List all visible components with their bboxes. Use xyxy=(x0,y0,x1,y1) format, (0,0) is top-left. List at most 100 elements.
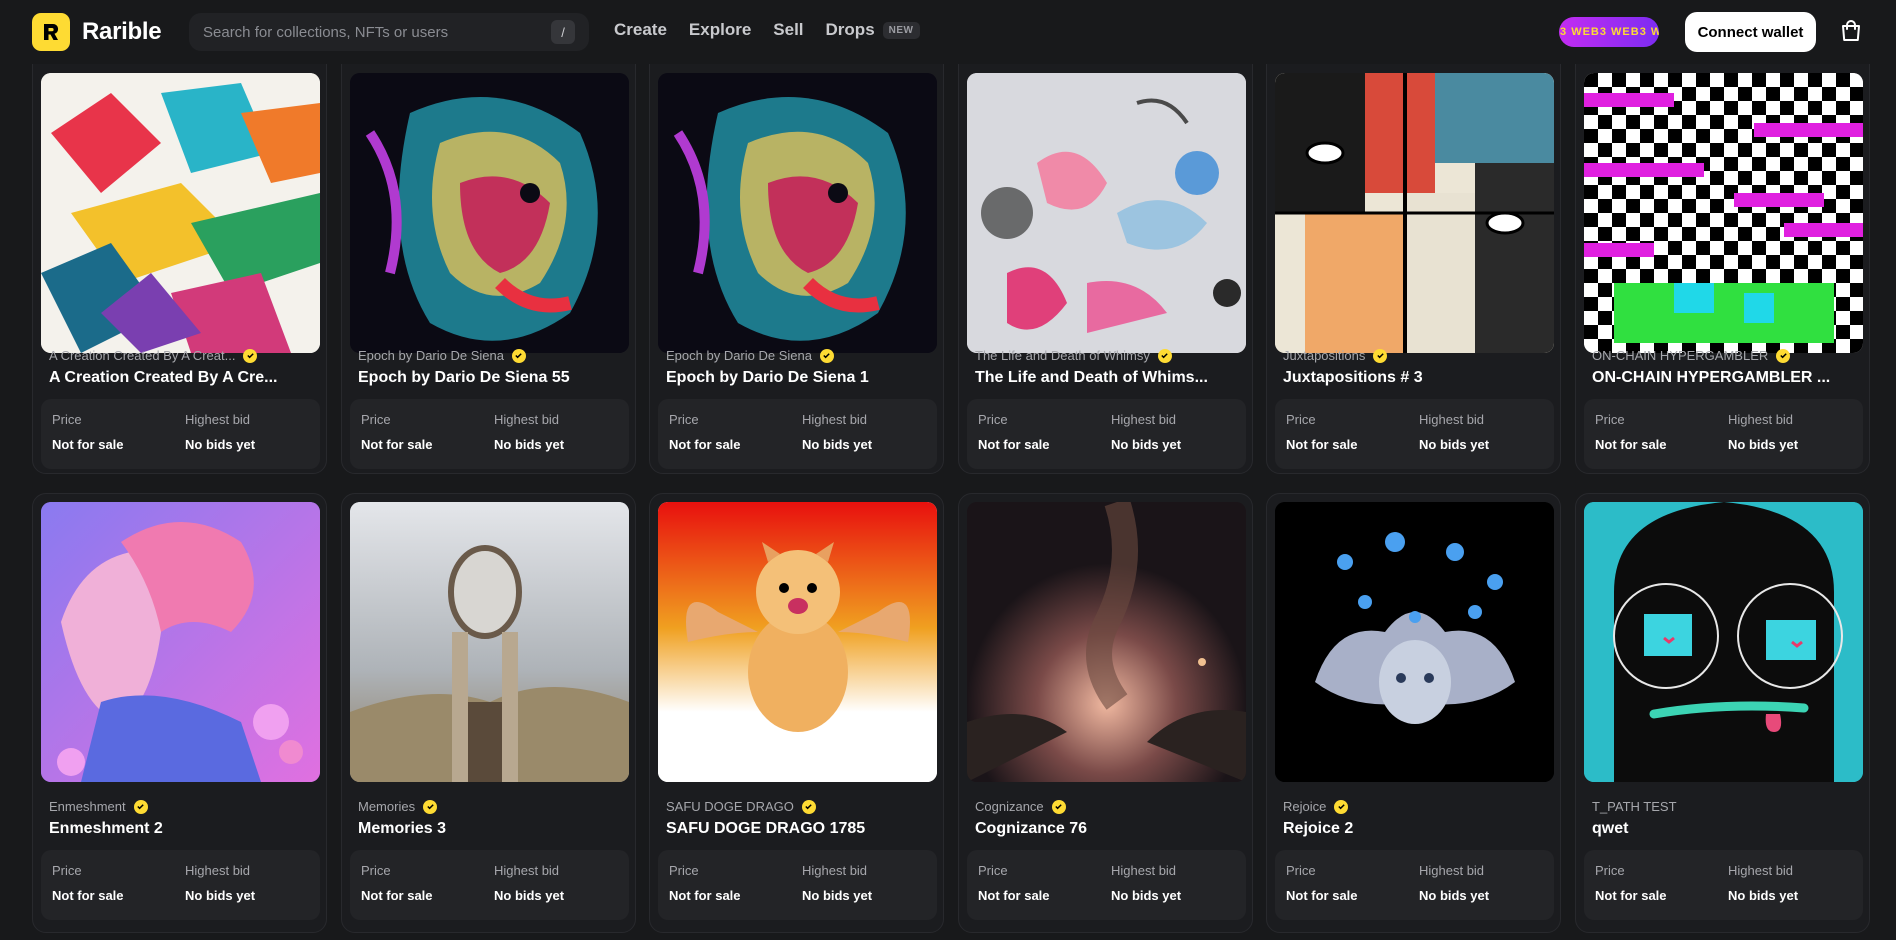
nft-image[interactable] xyxy=(1584,73,1863,353)
nft-title[interactable]: The Life and Death of Whims... xyxy=(975,369,1240,387)
nft-title[interactable]: ON-CHAIN HYPERGAMBLER ... xyxy=(1592,369,1857,387)
highest-bid-label: Highest bid xyxy=(1728,412,1794,427)
price-value: Not for sale xyxy=(52,437,124,452)
price-box: Price Highest bid Not for sale No bids y… xyxy=(658,399,937,469)
collection-name[interactable]: SAFU DOGE DRAGO xyxy=(666,799,816,814)
nft-card[interactable]: Epoch by Dario De Siena Epoch by Dario D… xyxy=(649,32,944,474)
price-label: Price xyxy=(978,863,1008,878)
collection-name[interactable]: Rejoice xyxy=(1283,799,1349,814)
nft-card[interactable]: Cognizance Cognizance 76 Price Highest b… xyxy=(958,493,1253,933)
nft-card[interactable]: A Creation Created By A Creat... A Creat… xyxy=(32,32,327,474)
collection-name[interactable]: T_PATH TEST xyxy=(1592,799,1677,814)
price-label: Price xyxy=(52,412,82,427)
highest-bid-label: Highest bid xyxy=(185,412,251,427)
price-value: Not for sale xyxy=(1595,437,1667,452)
nav-explore[interactable]: Explore xyxy=(689,20,751,40)
search-bar[interactable]: / xyxy=(189,13,589,51)
nft-card[interactable]: The Life and Death of Whimsy The Life an… xyxy=(958,32,1253,474)
nft-image[interactable] xyxy=(1275,73,1554,353)
collection-name[interactable]: Memories xyxy=(358,799,438,814)
collection-name[interactable]: Cognizance xyxy=(975,799,1066,814)
nav-create[interactable]: Create xyxy=(614,20,667,40)
price-label: Price xyxy=(978,412,1008,427)
nft-title[interactable]: A Creation Created By A Cre... xyxy=(49,369,314,387)
highest-bid-value: No bids yet xyxy=(1728,888,1799,903)
highest-bid-label: Highest bid xyxy=(1111,863,1177,878)
nft-card[interactable]: Enmeshment Enmeshment 2 Price Highest bi… xyxy=(32,493,327,933)
nav-sell[interactable]: Sell xyxy=(773,20,803,40)
verified-icon xyxy=(1334,799,1349,814)
top-header: Rarible / Create Explore Sell Drops NEW W… xyxy=(0,0,1896,64)
collection-name[interactable]: Epoch by Dario De Siena xyxy=(358,348,526,363)
nft-card[interactable]: Memories Memories 3 Price Highest bid No… xyxy=(341,493,636,933)
price-box: Price Highest bid Not for sale No bids y… xyxy=(1584,399,1863,469)
nft-image[interactable] xyxy=(967,502,1246,782)
nft-title[interactable]: qwet xyxy=(1592,820,1857,838)
nft-card[interactable]: SAFU DOGE DRAGO SAFU DOGE DRAGO 1785 Pri… xyxy=(649,493,944,933)
logo-wordmark: Rarible xyxy=(82,18,162,45)
nft-image[interactable] xyxy=(1584,502,1863,782)
search-input[interactable] xyxy=(203,23,551,41)
nft-title[interactable]: Enmeshment 2 xyxy=(49,820,314,838)
web3-promo-button[interactable]: WEB3 WEB3 WEB3 WEB3 xyxy=(1559,17,1659,47)
nft-title[interactable]: Epoch by Dario De Siena 1 xyxy=(666,369,931,387)
price-value: Not for sale xyxy=(361,888,433,903)
verified-icon xyxy=(511,348,526,363)
price-box: Price Highest bid Not for sale No bids y… xyxy=(350,399,629,469)
collection-name[interactable]: The Life and Death of Whimsy xyxy=(975,348,1172,363)
price-box: Price Highest bid Not for sale No bids y… xyxy=(658,850,937,920)
nft-card[interactable]: Rejoice Rejoice 2 Price Highest bid Not … xyxy=(1266,493,1561,933)
nft-image[interactable] xyxy=(41,73,320,353)
price-box: Price Highest bid Not for sale No bids y… xyxy=(967,850,1246,920)
highest-bid-value: No bids yet xyxy=(494,888,565,903)
nft-card[interactable]: Juxtapositions Juxtapositions # 3 Price … xyxy=(1266,32,1561,474)
highest-bid-label: Highest bid xyxy=(494,412,560,427)
nft-image[interactable] xyxy=(41,502,320,782)
nft-card[interactable]: Epoch by Dario De Siena Epoch by Dario D… xyxy=(341,32,636,474)
nft-title[interactable]: Memories 3 xyxy=(358,820,623,838)
price-label: Price xyxy=(361,412,391,427)
web3-promo-text: WEB3 WEB3 WEB3 WEB3 xyxy=(1559,26,1659,38)
nft-title[interactable]: Juxtapositions # 3 xyxy=(1283,369,1548,387)
nft-image[interactable] xyxy=(967,73,1246,353)
highest-bid-value: No bids yet xyxy=(802,437,873,452)
nft-image[interactable] xyxy=(658,502,937,782)
nft-image[interactable] xyxy=(350,73,629,353)
price-box: Price Highest bid Not for sale No bids y… xyxy=(1275,399,1554,469)
collection-name[interactable]: Enmeshment xyxy=(49,799,148,814)
highest-bid-label: Highest bid xyxy=(802,863,868,878)
collection-name[interactable]: Epoch by Dario De Siena xyxy=(666,348,834,363)
cart-icon[interactable] xyxy=(1838,18,1864,44)
rarible-logo[interactable]: Rarible xyxy=(32,13,162,51)
nav-drops[interactable]: Drops NEW xyxy=(826,20,920,40)
search-shortcut-key: / xyxy=(551,20,575,44)
price-value: Not for sale xyxy=(978,888,1050,903)
nft-title[interactable]: Rejoice 2 xyxy=(1283,820,1548,838)
highest-bid-value: No bids yet xyxy=(494,437,565,452)
collection-name[interactable]: ON-CHAIN HYPERGAMBLER xyxy=(1592,348,1791,363)
nft-image[interactable] xyxy=(658,73,937,353)
main-nav: Create Explore Sell Drops NEW xyxy=(614,20,920,40)
highest-bid-value: No bids yet xyxy=(1419,437,1490,452)
verified-icon xyxy=(1373,348,1388,363)
nft-title[interactable]: Epoch by Dario De Siena 55 xyxy=(358,369,623,387)
nft-title[interactable]: SAFU DOGE DRAGO 1785 xyxy=(666,820,931,838)
verified-icon xyxy=(423,799,438,814)
nft-card[interactable]: T_PATH TEST qwet Price Highest bid Not f… xyxy=(1575,493,1870,933)
highest-bid-label: Highest bid xyxy=(1419,412,1485,427)
collection-name[interactable]: Juxtapositions xyxy=(1283,348,1388,363)
price-box: Price Highest bid Not for sale No bids y… xyxy=(967,399,1246,469)
highest-bid-label: Highest bid xyxy=(802,412,868,427)
nft-image[interactable] xyxy=(350,502,629,782)
price-box: Price Highest bid Not for sale No bids y… xyxy=(41,399,320,469)
nft-card[interactable]: ON-CHAIN HYPERGAMBLER ON-CHAIN HYPERGAMB… xyxy=(1575,32,1870,474)
verified-icon xyxy=(819,348,834,363)
price-value: Not for sale xyxy=(361,437,433,452)
price-box: Price Highest bid Not for sale No bids y… xyxy=(1584,850,1863,920)
collection-name[interactable]: A Creation Created By A Creat... xyxy=(49,348,258,363)
price-label: Price xyxy=(669,863,699,878)
rarible-logo-icon xyxy=(32,13,70,51)
nft-title[interactable]: Cognizance 76 xyxy=(975,820,1240,838)
connect-wallet-button[interactable]: Connect wallet xyxy=(1685,12,1816,52)
nft-image[interactable] xyxy=(1275,502,1554,782)
